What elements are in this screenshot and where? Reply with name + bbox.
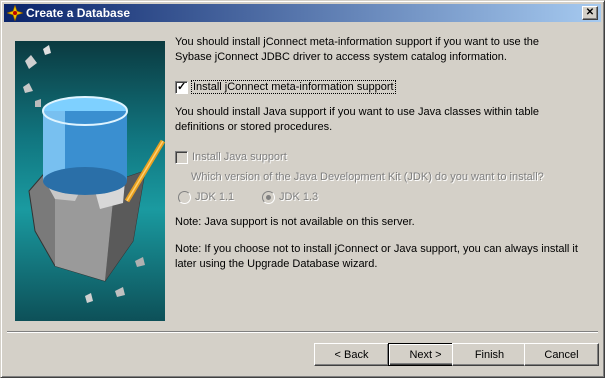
java-description: You should install Java support if you w…	[175, 106, 540, 133]
jdk11-radio[interactable]	[178, 190, 191, 204]
window-title: Create a Database	[26, 6, 131, 20]
jdk13-radio[interactable]	[262, 190, 275, 204]
jdk11-label[interactable]: JDK 1.1	[195, 191, 234, 203]
jconnect-checkbox-row[interactable]: ✓ Install jConnect meta-information supp…	[175, 79, 396, 95]
jdk-question: Which version of the Java Development Ki…	[191, 171, 544, 183]
radio-selected-dot	[266, 194, 271, 200]
back-button[interactable]: < Back	[314, 343, 389, 366]
finish-button[interactable]: Finish	[452, 343, 527, 366]
java-unavailable-note: Note: Java support is not available on t…	[175, 216, 415, 228]
close-button[interactable]: ✕	[582, 6, 598, 20]
java-checkbox[interactable]	[175, 150, 188, 164]
jconnect-description: You should install jConnect meta-informa…	[175, 36, 540, 63]
dialog-window: Create a Database ✕ You should install j…	[0, 0, 605, 378]
jconnect-checkbox-label[interactable]: Install jConnect meta-information suppor…	[191, 80, 396, 94]
title-bar[interactable]: Create a Database ✕	[4, 4, 601, 22]
java-checkbox-row[interactable]: Install Java support	[175, 149, 287, 165]
checkmark-icon: ✓	[177, 80, 187, 93]
sybase-app-icon	[7, 5, 23, 21]
jconnect-checkbox[interactable]: ✓	[175, 80, 188, 94]
cancel-button[interactable]: Cancel	[524, 343, 599, 366]
jdk13-radio-row[interactable]: JDK 1.3	[262, 189, 318, 205]
upgrade-note: Note: If you choose not to install jConn…	[175, 243, 578, 270]
button-separator	[7, 331, 598, 333]
database-illustration-icon	[23, 45, 165, 303]
jdk13-label[interactable]: JDK 1.3	[279, 191, 318, 203]
wizard-illustration	[15, 41, 165, 321]
java-checkbox-label[interactable]: Install Java support	[192, 151, 287, 163]
jdk11-radio-row[interactable]: JDK 1.1	[178, 189, 234, 205]
